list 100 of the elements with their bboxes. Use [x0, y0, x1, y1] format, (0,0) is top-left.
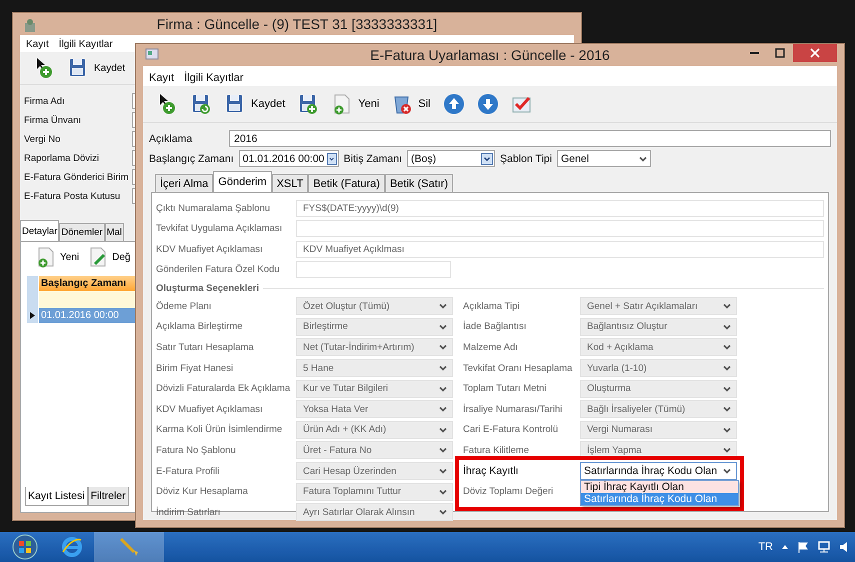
close-icon: [810, 48, 820, 58]
row-header: [27, 276, 39, 291]
minimize-icon: [750, 52, 758, 54]
save-add-icon: [297, 93, 320, 115]
dropdown[interactable]: Bağlı İrsaliyeler (Tümü): [580, 400, 737, 418]
app-icon: [145, 48, 159, 60]
tab[interactable]: Betik (Fatura): [308, 174, 385, 192]
close-button[interactable]: [793, 44, 837, 62]
input-field[interactable]: [132, 93, 135, 109]
field-label: E-Fatura Posta Kutusu: [24, 190, 122, 202]
option-label: Karma Koli Ürün İsimlendirme: [156, 424, 284, 436]
start-orb-icon: [12, 534, 38, 560]
option-label: Dövizli Faturalarda Ek Açıklama: [156, 383, 292, 394]
tab[interactable]: Mal: [104, 223, 124, 241]
field-label: Bitiş Zamanı: [344, 152, 402, 164]
flag-icon[interactable]: [797, 541, 809, 553]
option-label: Satır Tutarı Hesaplama: [156, 342, 255, 353]
browser-icon: [61, 536, 83, 558]
toolbar-button[interactable]: Kaydet: [64, 57, 128, 79]
tab[interactable]: Detaylar: [20, 220, 60, 241]
dropdown[interactable]: Genel + Satır Açıklamaları: [580, 297, 737, 316]
tab[interactable]: Filtreler: [88, 487, 129, 506]
column-header[interactable]: Başlangıç Zamanı: [39, 276, 135, 291]
dropdown[interactable]: Fatura Toplamını Tuttur: [296, 482, 453, 501]
input-field[interactable]: [132, 131, 135, 147]
option-label: Toplam Tutarı Metni: [463, 383, 548, 394]
input-field[interactable]: [132, 188, 135, 204]
dropdown-option[interactable]: Tipi İhraç Kayıtlı Olan: [581, 480, 738, 493]
option-label: Açıklama Birleştirme: [156, 321, 244, 332]
menu-item[interactable]: İlgili Kayıtlar: [58, 39, 113, 50]
toolbar-button[interactable]: Kaydet: [221, 93, 288, 115]
option-label: İrsaliye Numarası/Tarihi: [463, 404, 564, 415]
dropdown[interactable]: Oluşturma: [580, 380, 737, 398]
dropdown[interactable]: Özet Oluştur (Tümü): [296, 297, 453, 316]
tab[interactable]: Betik (Satır): [384, 174, 454, 192]
dropdown[interactable]: Vergi Numarası: [580, 420, 737, 439]
dropdown[interactable]: Birleştirme: [296, 318, 453, 336]
option-label: E-Fatura Profili: [156, 466, 220, 477]
tab[interactable]: Kayıt Listesi: [25, 487, 88, 506]
dropdown[interactable]: Satırlarında İhraç Kodu Olan: [580, 462, 737, 480]
option-label: Tevkifat Oranı Hesaplama: [463, 362, 574, 374]
dropdown[interactable]: Yuvarla (1-10): [580, 359, 737, 378]
dropdown[interactable]: Kod + Açıklama: [580, 338, 737, 356]
option-label: İade Bağlantısı: [463, 321, 528, 332]
option-label: Birim Fiyat Hanesi: [156, 362, 234, 374]
option-label: KDV Muafiyet Açıklaması: [156, 404, 264, 415]
option-label: Malzeme Adı: [463, 342, 519, 353]
field-label: Raporlama Dövizi: [24, 152, 100, 164]
input-field[interactable]: [132, 169, 135, 185]
field-label: Gönderilen Fatura Özel Kodu: [156, 264, 281, 276]
toolbar-button[interactable]: Yeni: [328, 93, 382, 115]
option-label: Ödeme Planı: [156, 300, 212, 312]
dropdown[interactable]: 5 Hane: [296, 359, 453, 378]
network-icon[interactable]: [817, 541, 831, 553]
toolbar-button[interactable]: Yeni: [35, 246, 80, 268]
app-icon: [22, 17, 38, 33]
field-label: Çıktı Numaralama Şablonu: [156, 202, 272, 214]
option-label: Cari E-Fatura Kontrolü: [463, 424, 560, 436]
input-field[interactable]: FYS$(DATE:yyyy)\d(9): [296, 200, 824, 217]
up-caret-icon[interactable]: [781, 543, 789, 551]
section-title: Oluşturma Seçenekleri: [156, 282, 259, 294]
field-label: Firma Adı: [24, 96, 66, 106]
toolbar-button[interactable]: Sil: [388, 93, 434, 115]
dropdown[interactable]: Üret - Fatura No: [296, 441, 453, 460]
dropdown[interactable]: Bağlantısız Oluştur: [580, 318, 737, 336]
maximize-icon: [775, 48, 785, 58]
input-field[interactable]: KDV Muafiyet Açıklması: [296, 240, 824, 258]
dropdown[interactable]: Net (Tutar-İndirim+Artırım): [296, 338, 453, 356]
option-label: İhraç Kayıtlı: [463, 465, 520, 478]
input-field[interactable]: 2016: [229, 130, 831, 147]
window-title: E-Fatura Uyarlaması : Güncelle - 2016: [370, 47, 610, 63]
dropdown[interactable]: Cari Hesap Üzerinden: [296, 462, 453, 480]
option-label: Döviz Toplamı Değeri: [463, 486, 554, 498]
input-field[interactable]: [132, 150, 135, 166]
dropdown[interactable]: Yoksa Hata Ver: [296, 400, 453, 418]
toolbar-button[interactable]: Değ: [87, 246, 130, 268]
date-field[interactable]: 01.01.2016 00:00: [238, 150, 339, 167]
field-label: Firma Ünvanı: [24, 114, 82, 126]
option-label: Döviz Kur Hesaplama: [156, 486, 249, 498]
tab[interactable]: XSLT: [272, 174, 308, 192]
window-title: Firma : Güncelle - (9) TEST 31 [3333333331]: [156, 16, 438, 32]
dropdown[interactable]: Genel: [556, 150, 651, 167]
field-label: KDV Muafiyet Açıklaması: [156, 244, 264, 255]
dropdown[interactable]: Kur ve Tutar Bilgileri: [296, 380, 453, 398]
dropdown[interactable]: Ürün Adı + (KK Adı): [296, 420, 453, 439]
date-field[interactable]: (Boş): [407, 150, 495, 167]
field-label: Başlangıç Zamanı: [149, 152, 234, 164]
tab[interactable]: Gönderim: [213, 171, 272, 192]
menu-item[interactable]: İlgili Kayıtlar: [184, 72, 244, 84]
field-label: Açıklama: [149, 132, 194, 144]
dropdown[interactable]: Ayrı Satırlar Olarak Alınsın: [296, 503, 453, 522]
input-field[interactable]: [132, 112, 135, 128]
trumpet-icon: [118, 536, 140, 558]
option-label: Fatura Kilitleme: [463, 444, 530, 456]
field-label: Şablon Tipi: [500, 152, 552, 164]
tab[interactable]: İçeri Alma: [155, 174, 214, 192]
menu-item[interactable]: Kayıt: [26, 39, 49, 50]
menu-item[interactable]: Kayıt: [149, 72, 174, 84]
language-indicator[interactable]: TR: [758, 541, 773, 553]
tab[interactable]: Dönemler: [59, 223, 105, 241]
